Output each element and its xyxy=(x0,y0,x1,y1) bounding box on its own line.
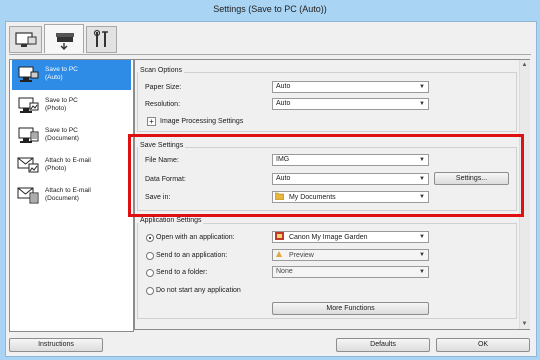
tab-general-settings[interactable] xyxy=(86,26,117,53)
scroll-up-icon[interactable]: ▲ xyxy=(520,61,529,70)
open-with-application-value: Canon My Image Garden xyxy=(288,234,368,241)
tools-icon xyxy=(93,29,108,47)
sidebar-item-sublabel: (Photo) xyxy=(45,165,67,172)
sidebar-item-save-to-pc-document[interactable]: Save to PC (Document) xyxy=(12,121,131,151)
send-to-application-label: Send to an application: xyxy=(156,252,228,259)
paper-size-label: Paper Size: xyxy=(145,84,182,91)
pc-auto-icon xyxy=(18,66,39,82)
sidebar-item-label: Save to PC xyxy=(45,97,78,104)
email-document-icon xyxy=(17,187,39,204)
tab-scan-from-operation-panel[interactable] xyxy=(44,24,84,53)
sidebar-item-label: Attach to E-mail xyxy=(45,187,91,194)
sidebar-item-save-to-pc-photo[interactable]: Save to PC (Photo) xyxy=(12,91,131,121)
sidebar-item-attach-email-document[interactable]: Attach to E-mail (Document) xyxy=(12,181,131,211)
save-settings-highlight xyxy=(128,134,524,217)
instructions-button[interactable]: Instructions xyxy=(9,338,103,352)
sidebar-item-sublabel: (Auto) xyxy=(45,74,63,81)
sidebar-item-label: Attach to E-mail xyxy=(45,157,91,164)
send-to-folder-select[interactable]: None ▼ xyxy=(272,266,429,278)
resolution-value: Auto xyxy=(276,100,291,107)
pc-document-icon xyxy=(18,127,39,143)
paper-size-value: Auto xyxy=(276,83,291,90)
open-with-application-radio[interactable] xyxy=(146,234,154,242)
chevron-down-icon: ▼ xyxy=(419,101,425,107)
sidebar-item-save-to-pc-auto[interactable]: Save to PC (Auto) xyxy=(12,60,131,90)
sidebar-item-sublabel: (Photo) xyxy=(45,105,67,112)
open-with-application-select[interactable]: Canon My Image Garden ▼ xyxy=(272,231,429,243)
pc-photo-icon xyxy=(18,97,39,113)
send-to-application-value: Preview xyxy=(288,252,314,259)
resolution-select[interactable]: Auto ▼ xyxy=(272,98,429,110)
computer-scan-icon xyxy=(15,32,37,47)
resolution-label: Resolution: xyxy=(145,101,181,108)
paper-size-select[interactable]: Auto ▼ xyxy=(272,81,429,93)
my-image-garden-icon xyxy=(275,232,284,240)
send-to-folder-label: Send to a folder: xyxy=(156,269,208,276)
tab-divider xyxy=(9,54,531,55)
image-processing-settings-label[interactable]: Image Processing Settings xyxy=(160,118,243,125)
defaults-button[interactable]: Defaults xyxy=(336,338,430,352)
do-not-start-application-radio[interactable] xyxy=(146,287,154,295)
expand-plus-icon[interactable]: + xyxy=(147,117,156,126)
send-to-application-radio[interactable] xyxy=(146,252,154,260)
scroll-down-icon[interactable]: ▼ xyxy=(520,320,529,329)
sidebar-item-sublabel: (Document) xyxy=(45,195,79,202)
more-functions-button[interactable]: More Functions xyxy=(272,302,429,315)
application-settings-title: Application Settings xyxy=(138,217,204,224)
window-title: Settings (Save to PC (Auto)) xyxy=(213,4,327,14)
chevron-down-icon: ▼ xyxy=(419,252,425,258)
preview-icon xyxy=(276,251,282,257)
send-to-folder-radio[interactable] xyxy=(146,269,154,277)
scan-options-title: Scan Options xyxy=(138,67,185,74)
sidebar-item-label: Save to PC xyxy=(45,127,78,134)
send-to-folder-value: None xyxy=(276,268,293,275)
sidebar-item-attach-email-photo[interactable]: Attach to E-mail (Photo) xyxy=(12,151,131,181)
ok-button[interactable]: OK xyxy=(436,338,530,352)
chevron-down-icon: ▼ xyxy=(419,84,425,90)
tab-scan-from-computer[interactable] xyxy=(9,26,42,53)
chevron-down-icon: ▼ xyxy=(419,234,425,240)
send-to-application-select[interactable]: Preview ▼ xyxy=(272,249,429,261)
email-photo-icon xyxy=(17,157,39,173)
chevron-down-icon: ▼ xyxy=(419,269,425,275)
sidebar-item-sublabel: (Document) xyxy=(45,135,79,142)
sidebar-item-label: Save to PC xyxy=(45,66,78,73)
open-with-application-label: Open with an application: xyxy=(156,234,235,241)
scanner-icon xyxy=(56,33,74,50)
do-not-start-application-label: Do not start any application xyxy=(156,287,241,294)
